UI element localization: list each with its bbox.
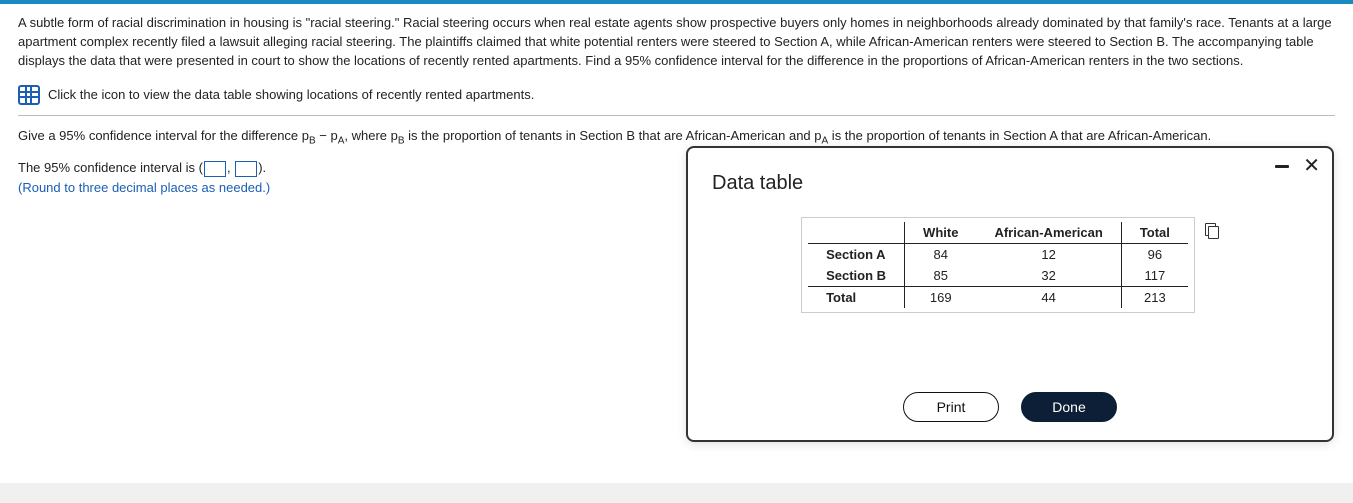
data-table-icon[interactable] bbox=[18, 85, 40, 105]
done-button[interactable]: Done bbox=[1021, 392, 1117, 422]
data-table-container: White African-American Total Section A 8… bbox=[801, 217, 1195, 313]
problem-paragraph: A subtle form of racial discrimination i… bbox=[18, 14, 1335, 71]
ci-lower-input[interactable] bbox=[204, 161, 226, 177]
header-blank bbox=[808, 222, 904, 244]
minimize-button[interactable] bbox=[1275, 158, 1289, 173]
copy-icon[interactable] bbox=[1205, 223, 1219, 237]
header-african-american: African-American bbox=[976, 222, 1121, 244]
table-row: Section A 84 12 96 bbox=[808, 244, 1188, 266]
table-row: Section B 85 32 117 bbox=[808, 265, 1188, 287]
modal-title: Data table bbox=[712, 172, 1308, 195]
minimize-icon bbox=[1275, 165, 1289, 168]
ci-upper-input[interactable] bbox=[235, 161, 257, 177]
icon-caption: Click the icon to view the data table sh… bbox=[48, 87, 534, 102]
section-divider bbox=[18, 115, 1335, 116]
table-row-total: Total 169 44 213 bbox=[808, 287, 1188, 309]
data-table-modal: ✕ Data table White African-American Tota… bbox=[686, 146, 1334, 442]
data-table: White African-American Total Section A 8… bbox=[808, 222, 1188, 308]
header-total: Total bbox=[1121, 222, 1188, 244]
print-button[interactable]: Print bbox=[903, 392, 999, 422]
question-line: Give a 95% confidence interval for the d… bbox=[18, 128, 1335, 147]
close-button[interactable]: ✕ bbox=[1303, 159, 1320, 173]
header-white: White bbox=[905, 222, 977, 244]
footer-strip bbox=[0, 483, 1353, 503]
